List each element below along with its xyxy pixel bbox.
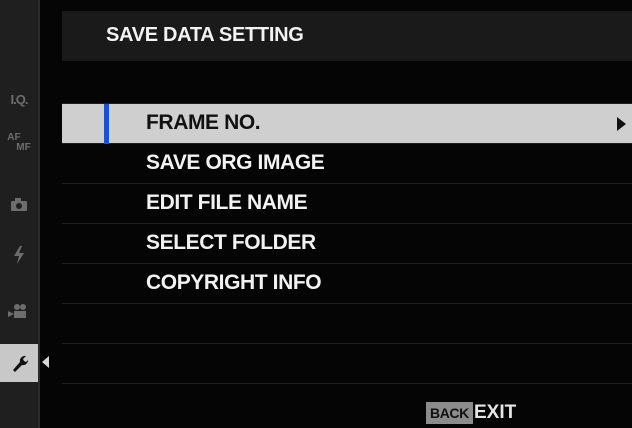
af-mf-icon: AF MF — [7, 132, 31, 153]
menu-list: FRAME NO. SAVE ORG IMAGE EDIT FILE NAME … — [62, 64, 632, 384]
selection-marker — [104, 104, 109, 144]
menu-item-label: SELECT FOLDER — [146, 231, 316, 254]
menu-item-frame-no[interactable]: FRAME NO. — [62, 104, 632, 144]
menu-item-label: EDIT FILE NAME — [146, 191, 308, 214]
image-quality-icon: I.Q. — [10, 91, 29, 107]
menu-item-select-folder[interactable]: SELECT FOLDER — [62, 224, 632, 264]
menu-item-save-org-image[interactable]: SAVE ORG IMAGE — [62, 144, 632, 184]
menu-item-empty — [62, 304, 632, 344]
chevron-right-icon — [617, 117, 626, 131]
flash-icon — [13, 246, 25, 264]
back-button-glyph[interactable]: BACK — [426, 402, 473, 424]
menu-item-copyright-info[interactable]: COPYRIGHT INFO — [62, 264, 632, 304]
menu-item-label: COPYRIGHT INFO — [146, 271, 322, 294]
menu-item-empty — [62, 64, 632, 104]
wrench-icon — [9, 353, 29, 373]
menu-item-edit-file-name[interactable]: EDIT FILE NAME — [62, 184, 632, 224]
flash-setting-tab[interactable] — [0, 236, 38, 274]
camera-menu-screen: I.Q. AF MF SAVE DATA SETTING FRAME NO. S… — [0, 0, 632, 428]
menu-item-label: SAVE ORG IMAGE — [146, 151, 325, 174]
exit-label: EXIT — [474, 402, 517, 423]
menu-item-label: FRAME NO. — [146, 111, 261, 134]
active-tab-indicator — [42, 356, 49, 368]
image-quality-tab[interactable]: I.Q. — [0, 80, 38, 118]
movie-icon — [8, 303, 30, 319]
setup-tab[interactable] — [0, 344, 38, 382]
rail-divider — [38, 0, 40, 428]
shooting-setting-tab[interactable] — [0, 186, 38, 224]
page-title: SAVE DATA SETTING — [106, 24, 304, 46]
camera-icon — [10, 198, 28, 212]
menu-tab-rail: I.Q. AF MF — [0, 0, 38, 428]
movie-setting-tab[interactable] — [0, 292, 38, 330]
af-mf-tab[interactable]: AF MF — [0, 124, 38, 162]
menu-item-empty — [62, 344, 632, 384]
